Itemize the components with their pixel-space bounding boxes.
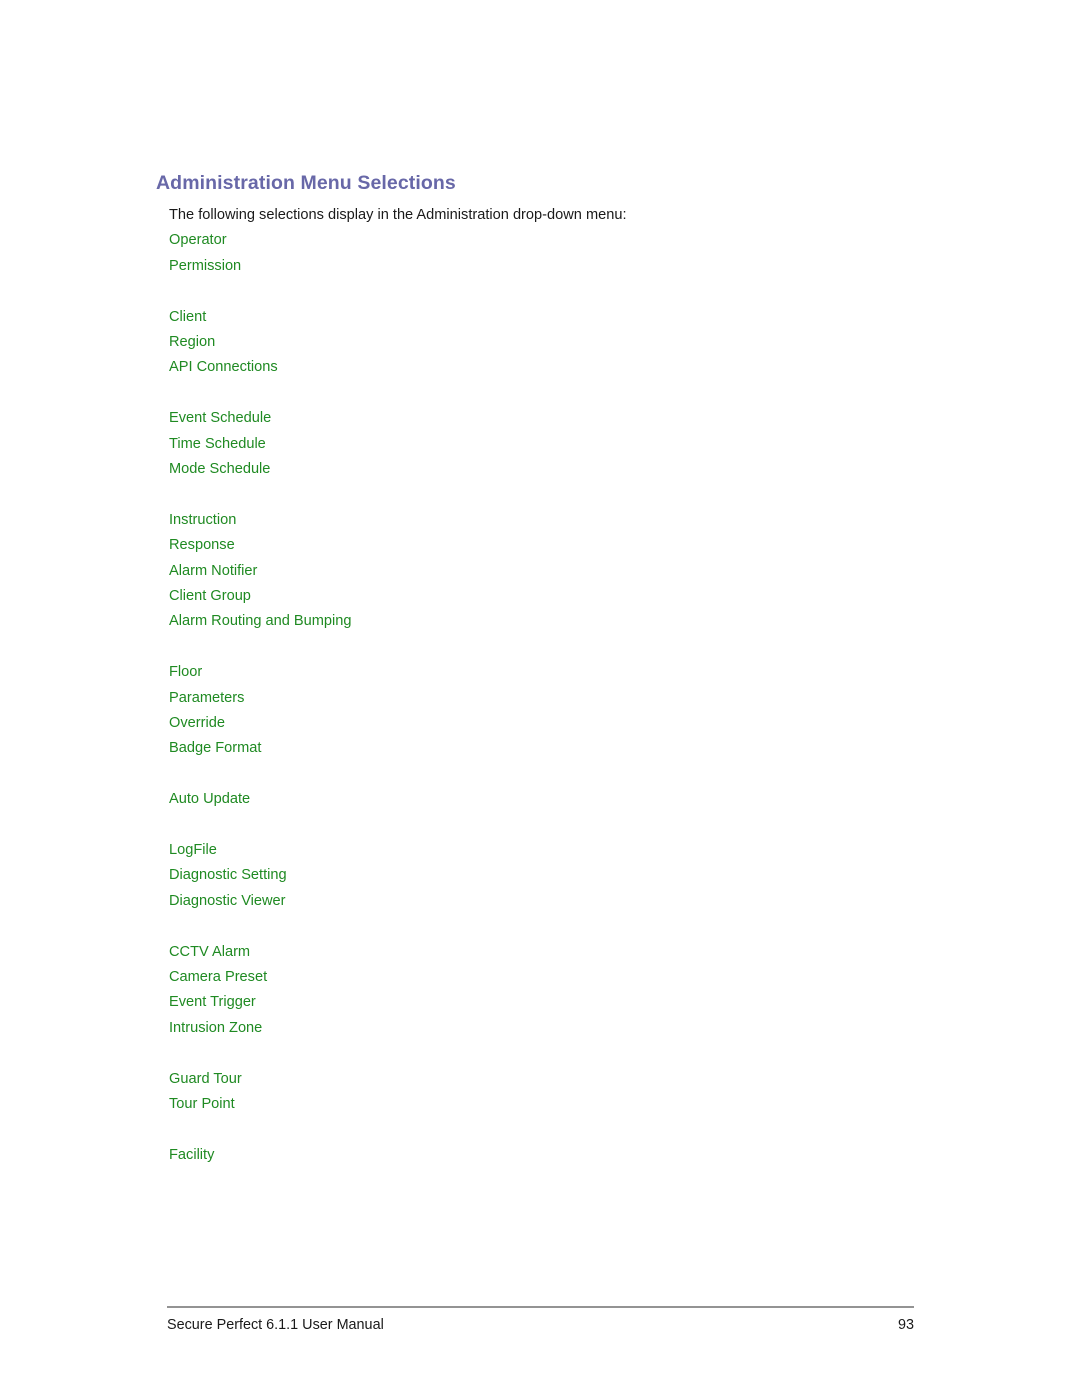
menu-item-link[interactable]: Operator [169, 228, 929, 253]
menu-item-link[interactable]: Facility [169, 1143, 929, 1168]
menu-item-link[interactable]: Region [169, 330, 929, 355]
menu-item-link[interactable]: Intrusion Zone [169, 1016, 929, 1041]
menu-item-link[interactable]: Time Schedule [169, 432, 929, 457]
document-page: Administration Menu Selections The follo… [0, 0, 1080, 1397]
menu-item-link[interactable]: Mode Schedule [169, 457, 929, 482]
menu-item-link[interactable]: Override [169, 711, 929, 736]
menu-group: Facility [169, 1143, 929, 1168]
menu-item-link[interactable]: Alarm Routing and Bumping [169, 609, 929, 634]
menu-item-link[interactable]: Response [169, 533, 929, 558]
menu-item-link[interactable]: Auto Update [169, 787, 929, 812]
menu-group: Operator Permission [169, 228, 929, 279]
page-footer: Secure Perfect 6.1.1 User Manual 93 [167, 1306, 914, 1333]
menu-item-link[interactable]: Guard Tour [169, 1067, 929, 1092]
menu-group: Auto Update [169, 787, 929, 812]
menu-item-link[interactable]: API Connections [169, 355, 929, 380]
footer-divider [167, 1306, 914, 1308]
footer-row: Secure Perfect 6.1.1 User Manual 93 [167, 1317, 914, 1333]
menu-item-link[interactable]: Diagnostic Viewer [169, 889, 929, 914]
menu-group: LogFile Diagnostic Setting Diagnostic View… [169, 838, 929, 914]
menu-group: Floor Parameters Override Badge Format [169, 660, 929, 762]
menu-group: Guard Tour Tour Point [169, 1067, 929, 1118]
menu-item-link[interactable]: Floor [169, 660, 929, 685]
menu-group: CCTV Alarm Camera Preset Event Trigger Intr… [169, 940, 929, 1042]
menu-item-link[interactable]: Client [169, 305, 929, 330]
menu-item-link[interactable]: Instruction [169, 508, 929, 533]
footer-page-number: 93 [897, 1317, 914, 1333]
menu-item-link[interactable]: Event Schedule [169, 406, 929, 431]
menu-item-link[interactable]: Tour Point [169, 1092, 929, 1117]
page-content: The following selections display in the … [169, 203, 929, 1168]
menu-item-link[interactable]: Event Trigger [169, 990, 929, 1015]
menu-group: Event Schedule Time Schedule Mode Schedule [169, 406, 929, 482]
menu-item-link[interactable]: Alarm Notifier [169, 559, 929, 584]
menu-group: Client Region API Connections [169, 305, 929, 381]
menu-item-link[interactable]: Permission [169, 254, 929, 279]
menu-item-link[interactable]: Camera Preset [169, 965, 929, 990]
administration-menu-list: Operator Permission Client Region API Connec… [169, 228, 929, 1168]
menu-group: Instruction Response Alarm Notifier Client … [169, 508, 929, 635]
menu-item-link[interactable]: CCTV Alarm [169, 940, 929, 965]
menu-item-link[interactable]: Diagnostic Setting [169, 863, 929, 888]
page-title: Administration Menu Selections [156, 172, 456, 195]
footer-manual-title: Secure Perfect 6.1.1 User Manual [167, 1317, 384, 1333]
intro-paragraph: The following selections display in the … [169, 207, 627, 223]
menu-item-link[interactable]: Badge Format [169, 736, 929, 761]
menu-item-link[interactable]: Parameters [169, 686, 929, 711]
menu-item-link[interactable]: LogFile [169, 838, 929, 863]
menu-item-link[interactable]: Client Group [169, 584, 929, 609]
